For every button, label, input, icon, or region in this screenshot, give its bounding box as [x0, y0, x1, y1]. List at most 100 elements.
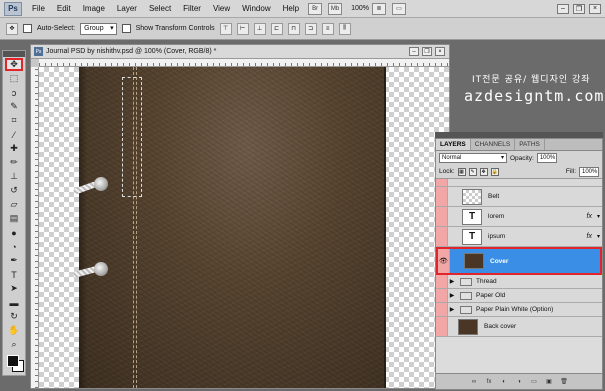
link-layers-icon[interactable]: ∞ [470, 377, 479, 386]
canvas[interactable] [39, 67, 449, 388]
menu-image[interactable]: Image [77, 0, 111, 18]
doc-close-icon[interactable]: × [435, 47, 445, 56]
lock-transparency-icon[interactable]: ▦ [457, 167, 466, 176]
new-layer-icon[interactable]: ▣ [545, 377, 554, 386]
visibility-toggle[interactable] [436, 317, 448, 336]
distribute-icon[interactable]: ≡ [321, 22, 334, 35]
doc-restore-icon[interactable]: ❐ [422, 47, 432, 56]
layer-group-row[interactable]: ▶ Paper Plain White (Option) [436, 303, 602, 317]
lasso-tool-icon[interactable]: ↄ [5, 86, 23, 99]
lock-all-icon[interactable]: 🔒 [490, 167, 499, 176]
tab-paths[interactable]: PATHS [515, 139, 545, 150]
vertical-ruler[interactable] [31, 67, 39, 388]
layer-row-selected[interactable]: 👁 Cover [436, 247, 602, 275]
add-mask-icon[interactable]: ◐ [500, 377, 509, 386]
path-select-icon[interactable]: ➤ [5, 282, 23, 295]
fill-input[interactable]: 100% [579, 166, 599, 177]
align-top-icon[interactable]: ⊤ [219, 22, 232, 35]
expand-arrow-icon[interactable]: ▶ [448, 278, 456, 285]
layer-group-row[interactable]: ▶ Paper Old [436, 289, 602, 303]
delete-layer-icon[interactable]: 🗑 [560, 377, 569, 386]
align-right-icon[interactable]: ⊐ [304, 22, 317, 35]
lock-position-icon[interactable]: ✥ [479, 167, 488, 176]
menu-file[interactable]: File [26, 0, 51, 18]
visibility-toggle[interactable] [436, 275, 448, 288]
doc-minimize-icon[interactable]: – [409, 47, 419, 56]
visibility-toggle[interactable] [436, 227, 448, 246]
auto-select-dropdown[interactable]: Group [80, 22, 117, 35]
hand-tool-icon[interactable]: ✋ [5, 324, 23, 337]
eraser-icon[interactable]: ▱ [5, 198, 23, 211]
visibility-toggle[interactable] [436, 207, 448, 226]
gradient-icon[interactable]: ▤ [5, 212, 23, 225]
marquee-tool-icon[interactable]: ⬚ [5, 72, 23, 85]
lock-pixels-icon[interactable]: ✎ [468, 167, 477, 176]
align-bottom-icon[interactable]: ⊥ [253, 22, 266, 35]
layer-group-row[interactable]: ▶ Thread [436, 275, 602, 289]
tools-header[interactable] [3, 51, 25, 57]
screen-mode-icon[interactable]: ▭ [391, 2, 406, 15]
menu-window[interactable]: Window [236, 0, 276, 18]
pen-tool-icon[interactable]: ✒ [5, 254, 23, 267]
3d-rotate-icon[interactable]: ↻ [5, 310, 23, 323]
visibility-toggle[interactable] [436, 303, 448, 316]
opacity-input[interactable]: 100% [536, 153, 557, 163]
layer-row[interactable]: T lorem fx ▾ [436, 207, 602, 227]
layer-row[interactable]: T ipsum fx ▾ [436, 227, 602, 247]
move-tool-preset-icon[interactable]: ✥ [6, 22, 18, 35]
visibility-toggle[interactable] [436, 289, 448, 302]
quick-select-icon[interactable]: ✎ [5, 100, 23, 113]
minimize-icon[interactable]: – [557, 3, 569, 14]
fx-icon[interactable]: fx [587, 233, 592, 240]
eyedropper-icon[interactable]: ⁄ [5, 128, 23, 141]
distribute-h-icon[interactable]: ⫼ [338, 22, 351, 35]
visibility-toggle[interactable] [436, 187, 448, 206]
dodge-tool-icon[interactable]: ◔ [5, 240, 23, 253]
expand-effects-icon[interactable]: ▾ [597, 213, 600, 220]
eye-icon[interactable]: 👁 [438, 249, 450, 273]
crop-tool-icon[interactable]: ⌗ [5, 114, 23, 127]
menu-view[interactable]: View [207, 0, 236, 18]
expand-arrow-icon[interactable]: ▶ [448, 306, 456, 313]
type-tool-icon[interactable]: T [5, 268, 23, 281]
tab-layers[interactable]: LAYERS [436, 139, 471, 150]
align-left-icon[interactable]: ⊏ [270, 22, 283, 35]
transform-controls-checkbox[interactable] [121, 24, 131, 33]
zoom-level[interactable]: 100% [351, 5, 369, 12]
document-title-bar[interactable]: Ps Journal PSD by nishithv.psd @ 100% (C… [31, 45, 449, 59]
menu-edit[interactable]: Edit [51, 0, 77, 18]
expand-arrow-icon[interactable]: ▶ [448, 292, 456, 299]
restore-icon[interactable]: ❐ [573, 3, 585, 14]
align-middle-icon[interactable]: ⊢ [236, 22, 249, 35]
layer-row[interactable]: Belt [436, 187, 602, 207]
close-icon[interactable]: × [589, 3, 601, 14]
move-tool-icon[interactable]: ✥ [5, 58, 23, 71]
blend-mode-dropdown[interactable]: Normal [439, 153, 507, 163]
menu-filter[interactable]: Filter [177, 0, 207, 18]
bridge-icon[interactable]: Br [308, 2, 323, 15]
menu-select[interactable]: Select [143, 0, 177, 18]
menu-help[interactable]: Help [277, 0, 305, 18]
arrange-icon[interactable]: ≣ [371, 2, 386, 15]
add-style-icon[interactable]: fx [485, 377, 494, 386]
auto-select-checkbox[interactable] [23, 24, 32, 33]
mini-bridge-icon[interactable]: Mb [328, 2, 343, 15]
history-brush-icon[interactable]: ↺ [5, 184, 23, 197]
menu-layer[interactable]: Layer [111, 0, 143, 18]
new-group-icon[interactable]: ▭ [530, 377, 539, 386]
healing-brush-icon[interactable]: ✚ [5, 142, 23, 155]
adjustment-layer-icon[interactable]: ◑ [515, 377, 524, 386]
fx-icon[interactable]: fx [587, 213, 592, 220]
layer-row-partial[interactable] [436, 179, 602, 187]
foreground-color-swatch[interactable] [7, 355, 19, 367]
align-center-icon[interactable]: ⊓ [287, 22, 300, 35]
tab-channels[interactable]: CHANNELS [471, 139, 516, 150]
clone-stamp-icon[interactable]: ⊥ [5, 170, 23, 183]
shape-tool-icon[interactable]: ▬ [5, 296, 23, 309]
layer-row[interactable]: Back cover [436, 317, 602, 337]
brush-tool-icon[interactable]: ✏ [5, 156, 23, 169]
horizontal-ruler[interactable] [39, 59, 449, 67]
expand-effects-icon[interactable]: ▾ [597, 233, 600, 240]
zoom-tool-icon[interactable]: ⌕ [5, 338, 23, 351]
blur-tool-icon[interactable]: ● [5, 226, 23, 239]
